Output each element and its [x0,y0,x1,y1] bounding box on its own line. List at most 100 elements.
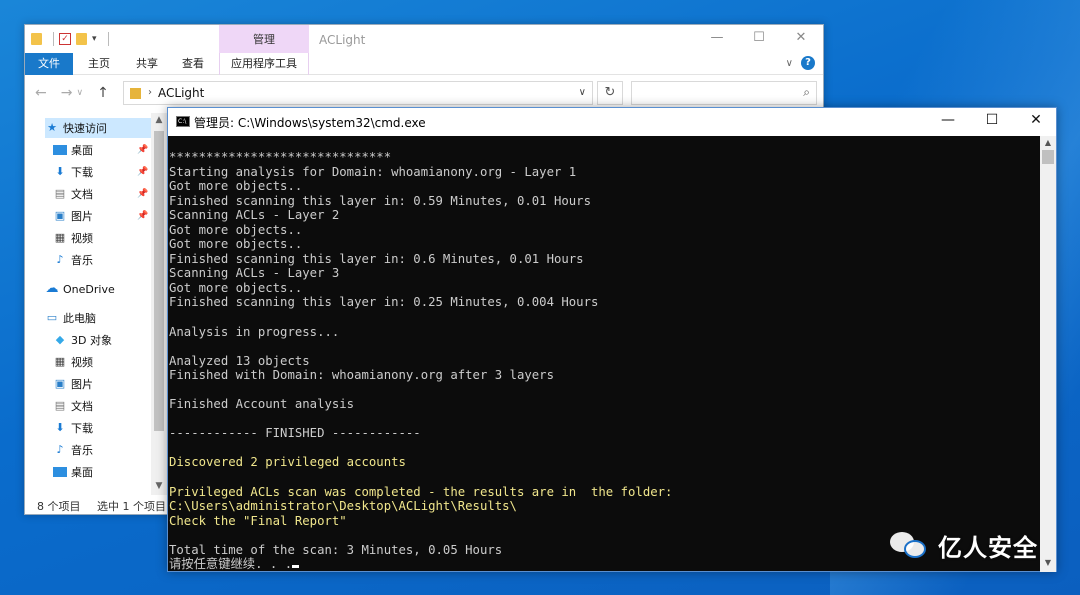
cube-icon: ◆ [55,333,65,346]
address-bar[interactable]: › ACLight ∨ [123,81,593,105]
console-line: Finished scanning this layer in: 0.25 Mi… [169,295,599,310]
console-line: Scanning ACLs - Layer 3 [169,266,340,281]
console-line: Got more objects.. [169,222,303,237]
sidebar-item-label: 此电脑 [63,312,96,325]
sidebar-item-label: 下载 [71,166,93,179]
scroll-down-icon[interactable]: ▼ [1040,558,1056,567]
close-icon[interactable]: ✕ [791,30,811,45]
customize-toolbar-icon[interactable]: ▾ [92,34,97,44]
console-line: Got more objects.. [169,237,303,252]
sidebar-item-desktop[interactable]: 桌面 [53,462,93,482]
sidebar-item-quick-access[interactable]: ★ 快速访问 [45,118,155,138]
video-icon: ▦ [54,355,66,368]
minimize-icon[interactable]: — [936,112,960,128]
recent-locations-icon[interactable]: ∨ [76,88,83,101]
console-line: ****************************** [169,150,392,164]
console-line: Starting analysis for Domain: whoamianon… [169,164,577,179]
scroll-up-icon[interactable]: ▲ [1040,138,1056,147]
command-prompt-window[interactable]: C:\ 管理员: C:\Windows\system32\cmd.exe — ☐… [167,107,1057,572]
up-arrow-icon[interactable]: ↑ [97,85,109,101]
tab-view[interactable]: 查看 [173,53,213,75]
tab-app-tools[interactable]: 应用程序工具 [219,53,309,75]
sidebar-item-desktop[interactable]: 桌面 [53,140,93,160]
sidebar-item-downloads[interactable]: ⬇ 下载 [53,162,93,182]
sidebar-item-label: 桌面 [71,144,93,157]
sidebar-item-pictures[interactable]: ▣ 图片 [53,374,93,394]
cmd-title-bar[interactable]: C:\ 管理员: C:\Windows\system32\cmd.exe — ☐… [168,108,1056,136]
sidebar-item-music[interactable]: ♪ 音乐 [53,250,93,270]
back-arrow-icon[interactable]: ← [35,85,47,101]
sidebar-item-pictures[interactable]: ▣ 图片 [53,206,93,226]
tab-file[interactable]: 文件 [25,53,73,75]
sidebar-item-label: 图片 [71,210,93,223]
explorer-title-bar[interactable]: ✓ ▾ 管理 ACLight — ☐ ✕ [25,25,823,55]
pin-icon[interactable]: 📌 [137,145,148,155]
expand-ribbon-icon[interactable]: ∨ [786,58,793,69]
console-line: Finished scanning this layer in: 0.59 Mi… [169,193,591,208]
breadcrumb-chevron-icon[interactable]: › [148,82,152,104]
tab-share[interactable]: 共享 [127,53,167,75]
window-title: ACLight [319,33,366,47]
console-output[interactable]: ****************************** Starting … [168,136,1040,572]
cloud-icon: ☁ [45,281,59,296]
navigation-buttons: ← → ∨ ↑ [35,85,109,101]
console-line: ------------ FINISHED ------------ [169,426,421,441]
scroll-up-icon[interactable]: ▲ [151,115,167,125]
pin-icon[interactable]: 📌 [137,211,148,221]
scrollbar-thumb[interactable] [1042,150,1054,164]
watermark: 亿人安全 [890,528,1038,563]
console-line: Analysis in progress... [169,324,340,339]
help-icon[interactable]: ? [801,56,815,70]
forward-arrow-icon[interactable]: → [61,85,73,101]
text-cursor [292,565,300,569]
folder-icon [31,33,42,45]
contextual-tab-group: 管理 [219,25,309,53]
tab-home[interactable]: 主页 [79,53,119,75]
sidebar-item-videos[interactable]: ▦ 视频 [53,352,93,372]
properties-icon[interactable]: ✓ [59,33,71,45]
refresh-button[interactable]: ↻ [597,81,623,105]
console-line: Scanning ACLs - Layer 2 [169,208,340,223]
pin-icon[interactable]: 📌 [137,189,148,199]
music-icon: ♪ [56,253,64,266]
sidebar-item-3d-objects[interactable]: ◆ 3D 对象 [53,330,112,350]
pin-icon[interactable]: 📌 [137,167,148,177]
computer-icon: ▭ [46,311,58,324]
console-line-highlight: Check the "Final Report" [169,513,347,528]
console-line-highlight: Privileged ACLs scan was completed - the… [169,484,673,499]
quick-access-toolbar: ✓ ▾ [31,32,109,46]
navigation-scrollbar[interactable]: ▲ ▼ [151,113,167,495]
console-scrollbar[interactable]: ▲ ▼ [1040,136,1056,572]
address-dropdown-icon[interactable]: ∨ [579,82,586,104]
search-icon: ⌕ [803,85,810,99]
sidebar-item-this-pc[interactable]: ▭ 此电脑 [45,308,96,328]
maximize-icon[interactable]: ☐ [980,112,1004,128]
console-line: Finished Account analysis [169,397,355,412]
toolbar-divider [53,32,54,46]
sidebar-item-label: 音乐 [71,444,93,457]
sidebar-item-music[interactable]: ♪ 音乐 [53,440,93,460]
scrollbar-thumb[interactable] [154,131,164,431]
selection-count: 选中 1 个项目 [97,500,166,513]
ribbon-tabs: 文件 主页 共享 查看 应用程序工具 ∨ ? [25,53,823,75]
search-input[interactable]: ⌕ [631,81,817,105]
sidebar-item-videos[interactable]: ▦ 视频 [53,228,93,248]
close-icon[interactable]: ✕ [1024,112,1048,128]
music-icon: ♪ [56,443,64,456]
item-count: 8 个项目 [37,500,81,513]
scroll-down-icon[interactable]: ▼ [151,481,167,491]
sidebar-item-downloads[interactable]: ⬇ 下载 [53,418,93,438]
sidebar-item-label: 快速访问 [63,122,107,135]
sidebar-item-documents[interactable]: ▤ 文档 [53,184,93,204]
sidebar-item-documents[interactable]: ▤ 文档 [53,396,93,416]
breadcrumb[interactable]: ACLight [158,82,204,104]
sidebar-item-onedrive[interactable]: ☁ OneDrive [45,279,115,299]
console-icon: C:\ [176,116,190,127]
watermark-text: 亿人安全 [938,534,1038,562]
sidebar-item-label: 下载 [71,422,93,435]
maximize-icon[interactable]: ☐ [749,30,769,45]
new-folder-icon[interactable] [76,33,87,45]
minimize-icon[interactable]: — [707,30,727,45]
